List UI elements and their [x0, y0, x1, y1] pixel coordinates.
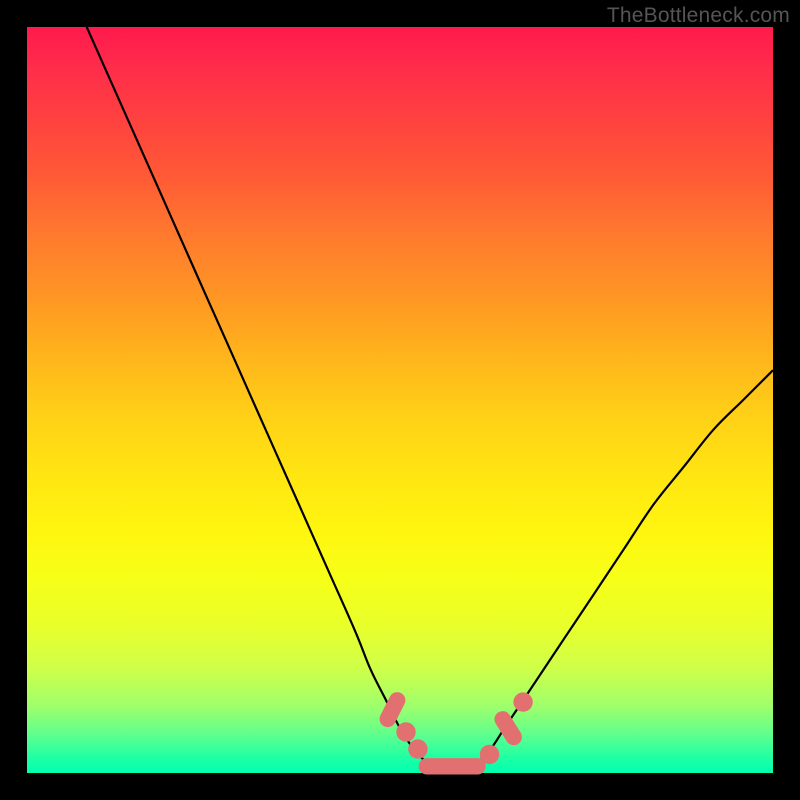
valley-markers: [377, 689, 533, 774]
valley-marker-dot: [396, 722, 415, 741]
curve-left-branch: [87, 27, 430, 766]
valley-marker-dot: [408, 739, 427, 758]
outer-frame: TheBottleneck.com: [0, 0, 800, 800]
bottleneck-curve-svg: [27, 27, 773, 773]
valley-marker-dot: [480, 745, 499, 764]
valley-marker-capsule: [419, 758, 486, 774]
watermark-text: TheBottleneck.com: [607, 4, 790, 28]
valley-marker-dot: [513, 692, 532, 711]
plot-area: [27, 27, 773, 773]
